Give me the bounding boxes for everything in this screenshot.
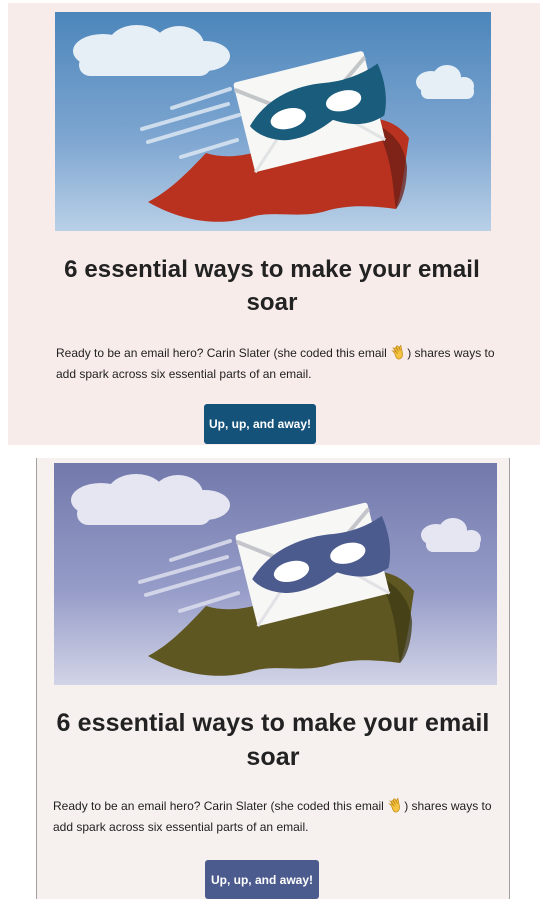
intro-paragraph: Ready to be an email hero? Carin Slater … xyxy=(56,343,508,385)
email-panel-alternate: 6 essential ways to make your email soar… xyxy=(36,458,510,899)
headline: 6 essential ways to make your email soar xyxy=(56,709,490,771)
up-up-and-away-button[interactable]: Up, up, and away! xyxy=(205,860,319,899)
intro-paragraph: Ready to be an email hero? Carin Slater … xyxy=(53,796,499,838)
hero-image xyxy=(55,12,491,231)
email-panel-original: 6 essential ways to make your email soar… xyxy=(8,3,540,445)
waving-hand-emoji-icon xyxy=(388,798,403,813)
intro-text-start: Ready to be an email hero? Carin Slater … xyxy=(53,799,388,813)
hero-image xyxy=(54,463,497,685)
intro-text-start: Ready to be an email hero? Carin Slater … xyxy=(56,346,391,360)
headline: 6 essential ways to make your email soar xyxy=(64,256,480,316)
up-up-and-away-button[interactable]: Up, up, and away! xyxy=(204,404,316,444)
waving-hand-emoji-icon xyxy=(391,345,406,360)
flying-email-hero-illustration xyxy=(55,12,491,231)
flying-email-hero-illustration xyxy=(54,463,497,685)
